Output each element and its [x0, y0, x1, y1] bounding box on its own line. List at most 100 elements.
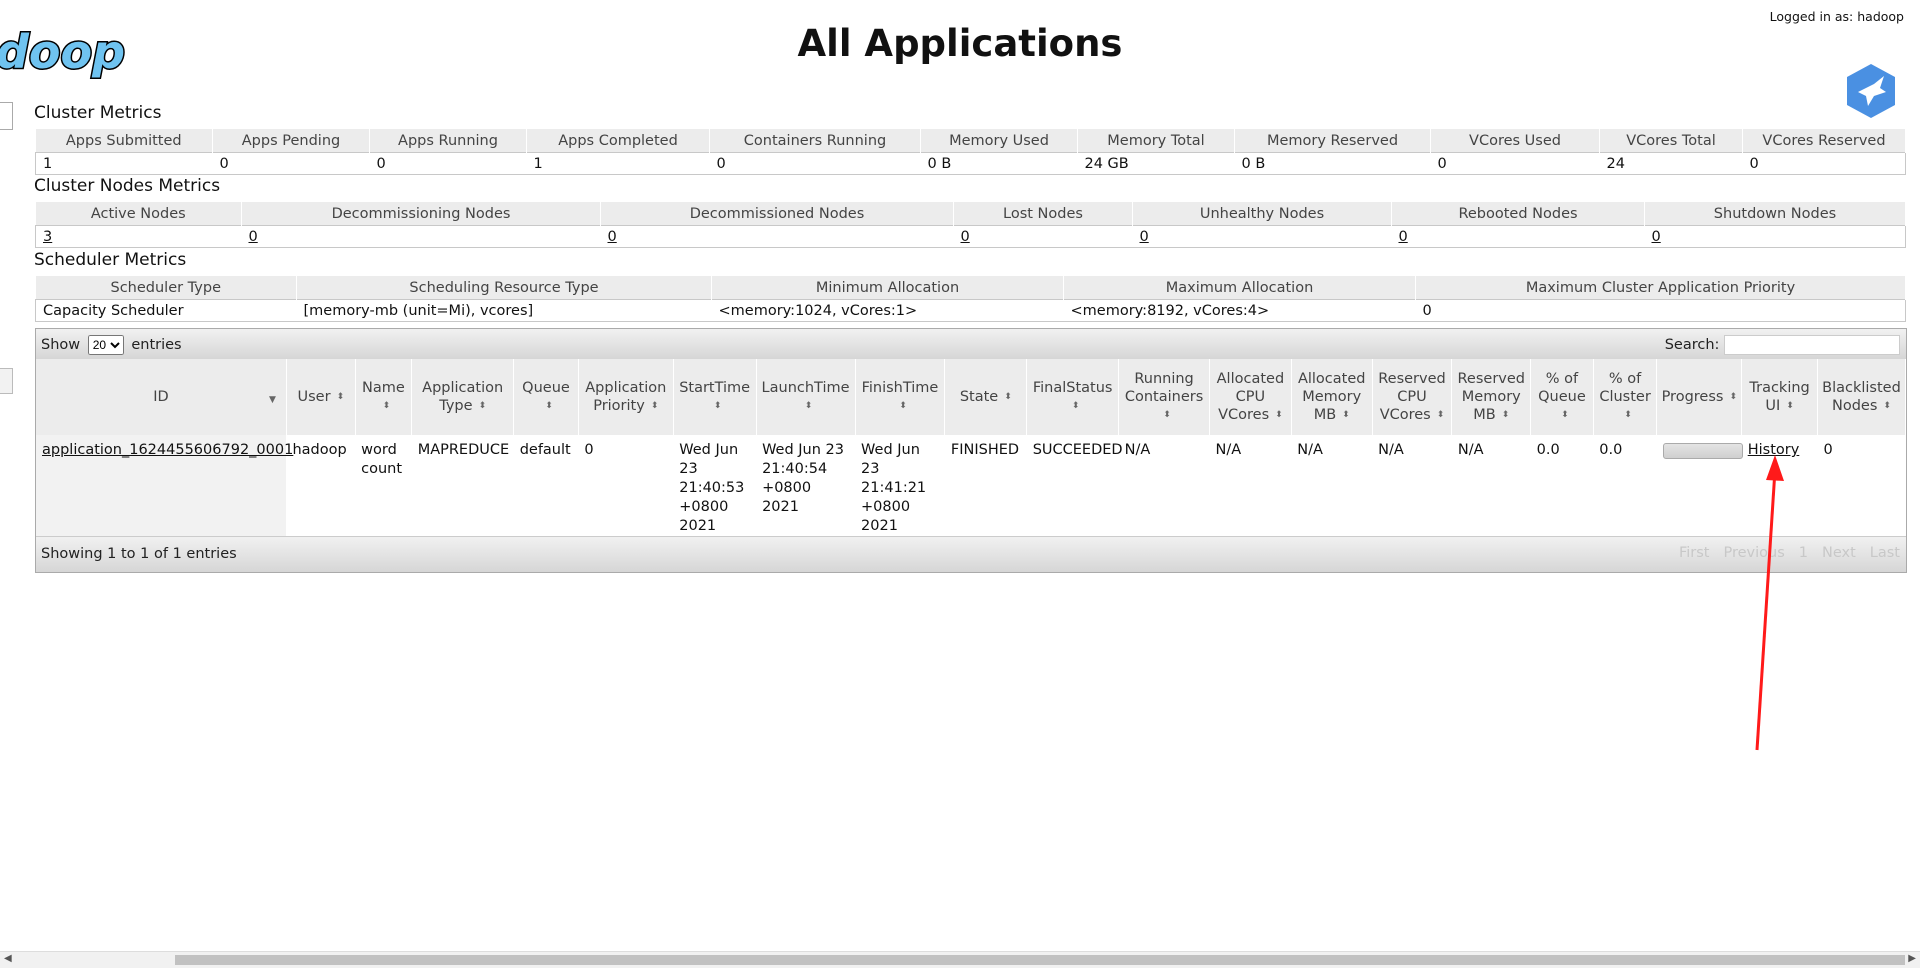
col-shutdown-nodes: Shutdown Nodes: [1644, 202, 1906, 226]
col-pct-cluster[interactable]: % of Cluster ⬍: [1593, 359, 1658, 435]
horizontal-scrollbar[interactable]: ◀ ▶: [0, 951, 1920, 968]
col-queue-label: Queue: [522, 380, 570, 396]
cell-finishtime: Wed Jun 23 21:41:21 +0800 2021: [861, 442, 927, 534]
val-memory-reserved: 0 B: [1234, 152, 1431, 175]
val-max-cluster-app-priority: 0: [1415, 299, 1906, 322]
link-rebooted-nodes[interactable]: 0: [1399, 229, 1408, 245]
col-max-cluster-app-priority: Maximum Cluster Application Priority: [1415, 276, 1906, 300]
col-name-label: Name: [362, 380, 405, 396]
cluster-metrics-value-row: 1 0 0 1 0 0 B 24 GB 0 B 0 24 0: [35, 152, 1906, 175]
val-vcores-reserved: 0: [1742, 152, 1906, 175]
cell-allocated-memory: N/A: [1297, 442, 1323, 458]
col-reserved-cpu-vcores[interactable]: Reserved CPU VCores ⬍: [1372, 359, 1453, 435]
col-allocated-memory-mb-label: Allocated Memory MB: [1297, 371, 1366, 423]
col-allocated-memory-mb[interactable]: Allocated Memory MB ⬍: [1291, 359, 1373, 435]
link-shutdown-nodes[interactable]: 0: [1652, 229, 1661, 245]
link-lost-nodes[interactable]: 0: [961, 229, 970, 245]
col-state[interactable]: State ⬍: [944, 359, 1028, 435]
node-metrics-value-row: 3 0 0 0 0 0 0: [35, 225, 1906, 248]
cell-progress: [1657, 435, 1743, 542]
col-starttime[interactable]: StartTime ⬍: [673, 359, 757, 435]
pager-last-button[interactable]: Last: [1870, 545, 1900, 561]
cell-starttime: Wed Jun 23 21:40:53 +0800 2021: [679, 442, 745, 534]
sort-desc-icon: ▼: [269, 395, 276, 405]
col-finalstatus[interactable]: FinalStatus ⬍: [1026, 359, 1120, 435]
col-launchtime[interactable]: LaunchTime ⬍: [756, 359, 856, 435]
col-reserved-memory-mb-label: Reserved Memory MB: [1457, 371, 1526, 423]
scheduler-metrics-title: Scheduler Metrics: [34, 250, 187, 270]
cell-finalstatus: SUCCEEDED: [1032, 442, 1123, 458]
scrollbar-thumb[interactable]: [175, 955, 1905, 965]
col-allocated-cpu-vcores[interactable]: Allocated CPU VCores ⬍: [1209, 359, 1292, 435]
sort-icon: ⬍: [545, 401, 553, 411]
link-active-nodes[interactable]: 3: [43, 229, 52, 245]
col-name[interactable]: Name ⬍: [355, 359, 413, 435]
col-decommissioning-nodes: Decommissioning Nodes: [241, 202, 601, 226]
bird-icon[interactable]: [1844, 62, 1898, 120]
col-apps-running: Apps Running: [369, 129, 527, 153]
sidebar-edge[interactable]: [0, 102, 13, 130]
col-reserved-memory-mb[interactable]: Reserved Memory MB ⬍: [1451, 359, 1532, 435]
col-minimum-allocation: Minimum Allocation: [711, 276, 1064, 300]
col-application-priority[interactable]: Application Priority ⬍: [578, 359, 674, 435]
cell-reserved-memory: N/A: [1457, 442, 1484, 458]
col-apps-completed: Apps Completed: [526, 129, 710, 153]
col-pct-queue-label: % of Queue: [1538, 371, 1586, 405]
col-id[interactable]: ID ▼: [36, 359, 287, 435]
col-tracking-ui[interactable]: Tracking UI ⬍: [1741, 359, 1818, 435]
val-minimum-allocation: <memory:1024, vCores:1>: [711, 299, 1064, 322]
cell-running-containers: N/A: [1124, 442, 1151, 458]
col-queue[interactable]: Queue ⬍: [513, 359, 579, 435]
val-scheduling-resource-type: [memory-mb (unit=Mi), vcores]: [296, 299, 712, 322]
col-running-containers-label: Running Containers: [1124, 371, 1204, 405]
col-maximum-allocation: Maximum Allocation: [1063, 276, 1416, 300]
progress-bar: [1662, 443, 1743, 459]
link-decommissioning-nodes[interactable]: 0: [249, 229, 258, 245]
link-decommissioned-nodes[interactable]: 0: [608, 229, 617, 245]
cluster-metrics-title: Cluster Metrics: [34, 103, 162, 123]
col-blacklisted-nodes[interactable]: Blacklisted Nodes ⬍: [1817, 359, 1907, 435]
val-apps-completed: 1: [526, 152, 710, 175]
table-info: Showing 1 to 1 of 1 entries: [41, 546, 237, 562]
col-starttime-label: StartTime: [679, 380, 751, 396]
col-apps-submitted: Apps Submitted: [35, 129, 213, 153]
col-pct-queue[interactable]: % of Queue ⬍: [1530, 359, 1594, 435]
search-control: Search:: [1665, 335, 1900, 355]
logged-in-label: Logged in as: hadoop: [1769, 9, 1904, 24]
link-unhealthy-nodes[interactable]: 0: [1140, 229, 1149, 245]
sidebar-edge-lower[interactable]: [0, 368, 13, 394]
col-pct-cluster-label: % of Cluster: [1599, 371, 1651, 405]
scroll-left-icon[interactable]: ◀: [4, 953, 12, 964]
col-application-type[interactable]: Application Type ⬍: [411, 359, 515, 435]
cell-launchtime: Wed Jun 23 21:40:54 +0800 2021: [762, 442, 845, 515]
scroll-right-icon[interactable]: ▶: [1908, 953, 1916, 964]
sort-icon: ⬍: [1501, 410, 1510, 420]
search-input[interactable]: [1724, 335, 1900, 355]
application-id-link[interactable]: application_1624455606792_0001: [42, 442, 293, 458]
page-size-control: Show 20 entries: [41, 335, 182, 355]
col-lost-nodes: Lost Nodes: [953, 202, 1133, 226]
sort-icon: ⬍: [650, 401, 659, 411]
pager-first-button[interactable]: First: [1679, 545, 1710, 561]
page: doop All Applications Logged in as: hado…: [0, 0, 1920, 968]
col-user[interactable]: User ⬍: [286, 359, 356, 435]
cell-blacklisted-nodes: 0: [1823, 442, 1833, 458]
sort-icon: ⬍: [1004, 392, 1012, 402]
col-finishtime[interactable]: FinishTime ⬍: [855, 359, 946, 435]
col-running-containers[interactable]: Running Containers ⬍: [1118, 359, 1210, 435]
history-link[interactable]: History: [1748, 442, 1800, 458]
page-size-select[interactable]: 20: [87, 335, 124, 355]
col-vcores-used: VCores Used: [1430, 129, 1600, 153]
sort-icon: ⬍: [1436, 410, 1445, 420]
col-progress[interactable]: Progress ⬍: [1656, 359, 1743, 435]
col-finalstatus-label: FinalStatus: [1032, 380, 1113, 396]
col-active-nodes: Active Nodes: [35, 202, 242, 226]
pager-page-1-button[interactable]: 1: [1799, 545, 1808, 561]
table-toolbar: Show 20 entries Search:: [36, 329, 1906, 359]
pager-previous-button[interactable]: Previous: [1723, 545, 1784, 561]
pager-next-button[interactable]: Next: [1822, 545, 1856, 561]
sort-icon: ⬍: [1729, 392, 1737, 402]
col-unhealthy-nodes: Unhealthy Nodes: [1132, 202, 1392, 226]
sort-icon: ⬍: [899, 401, 907, 411]
sort-icon: ⬍: [1071, 401, 1080, 411]
